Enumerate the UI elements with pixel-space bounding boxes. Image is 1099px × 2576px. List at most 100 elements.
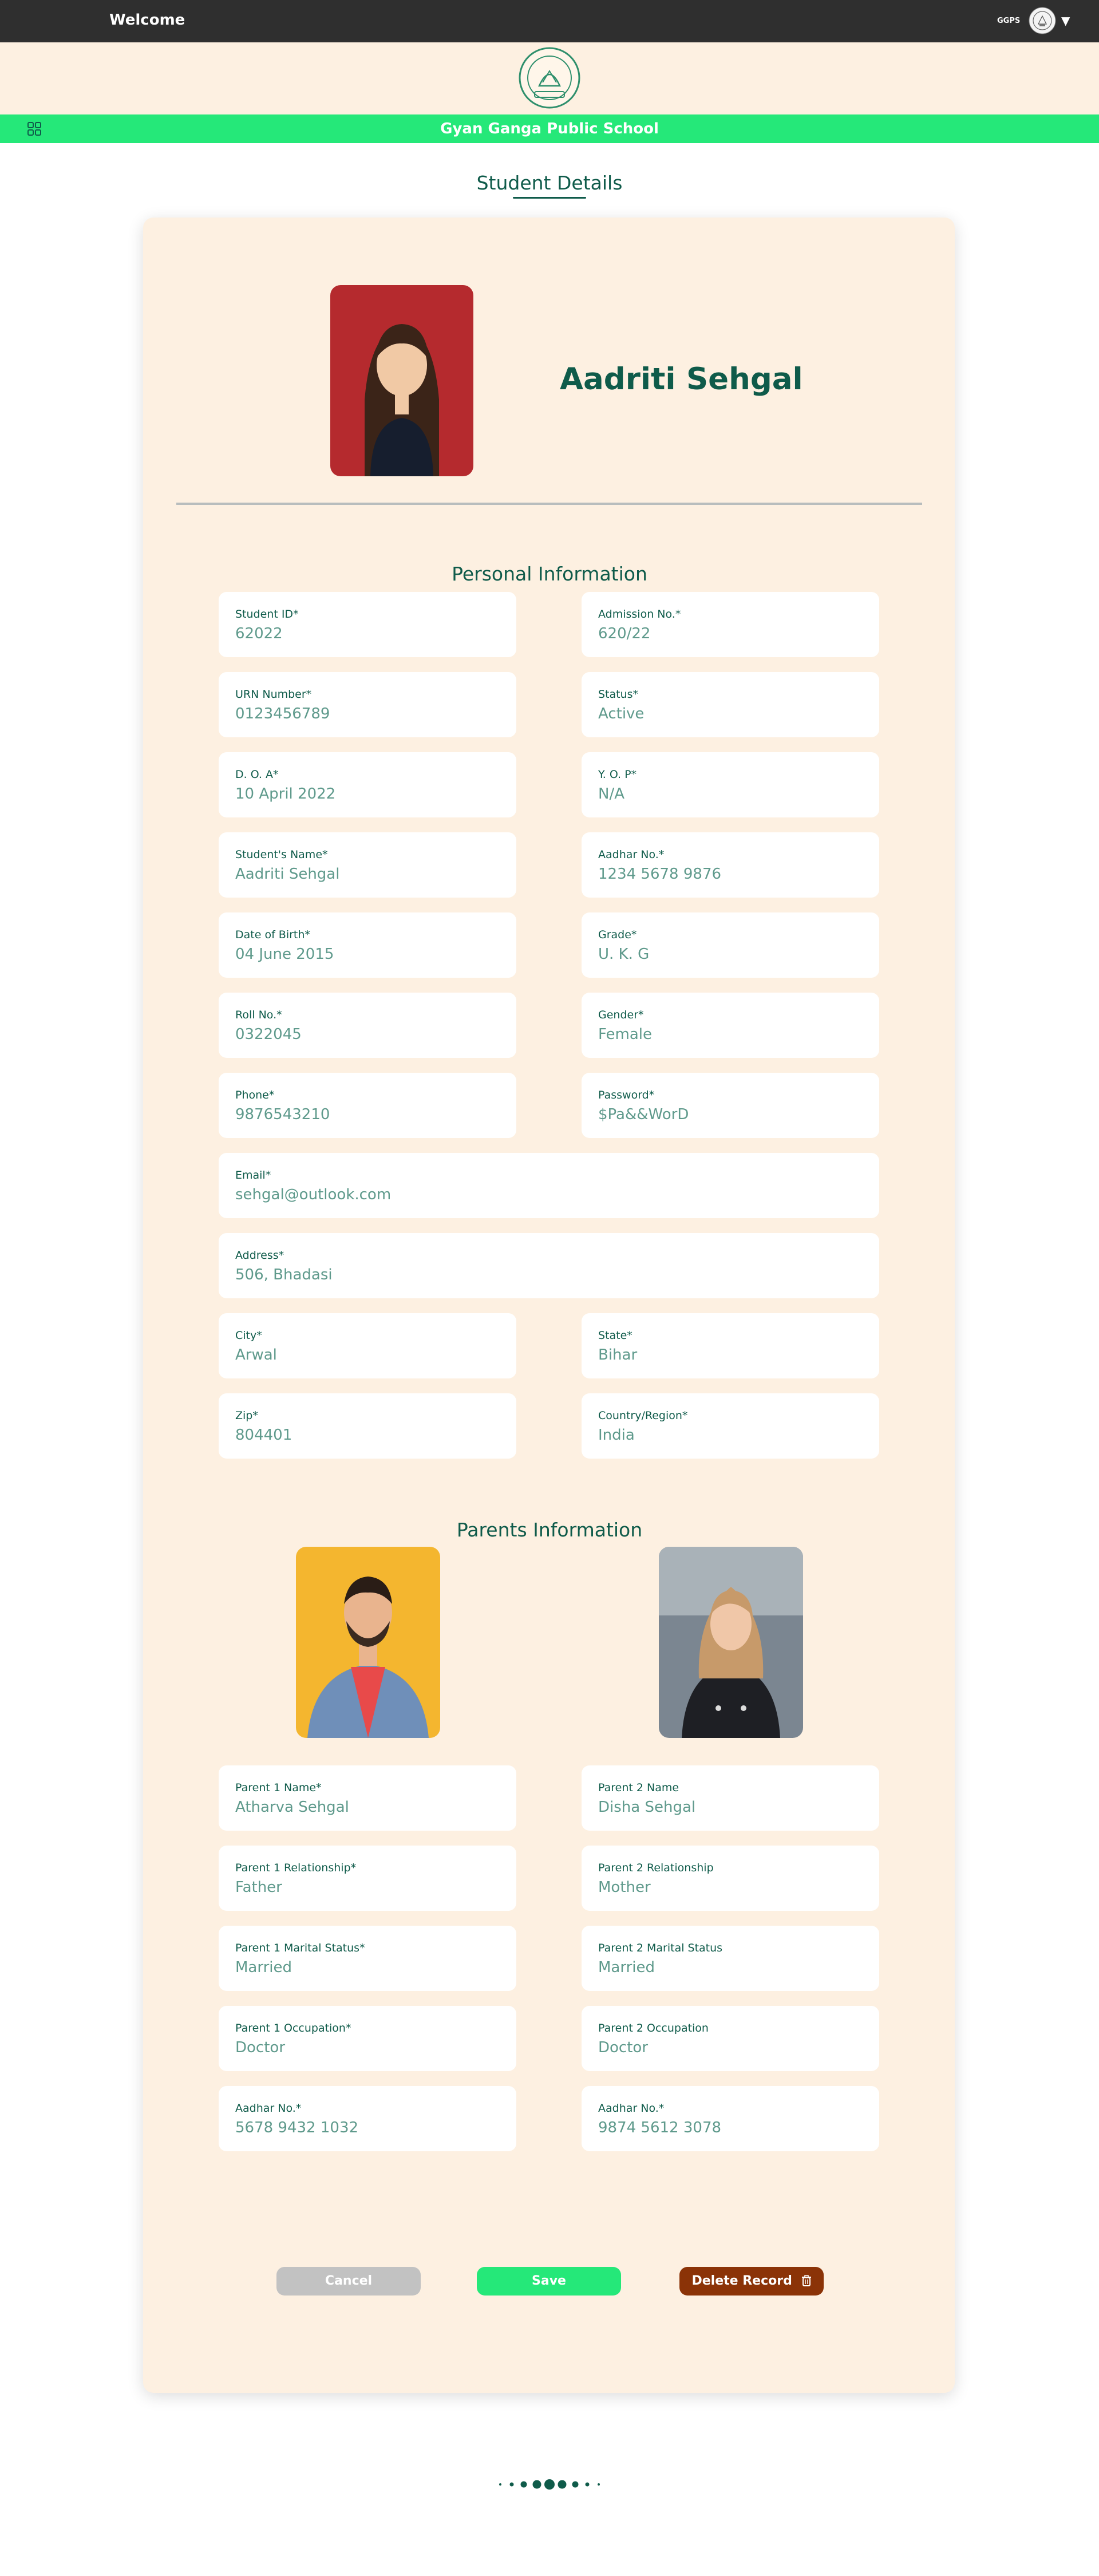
field-parent2-occupation[interactable]: Parent 2 Occupation Doctor — [582, 2006, 879, 2071]
account-avatar[interactable] — [1029, 7, 1056, 34]
field-value[interactable]: Married — [235, 1959, 292, 1976]
field-value[interactable]: sehgal@outlook.com — [235, 1186, 391, 1203]
field-label: Password* — [598, 1089, 655, 1101]
field-student-id[interactable]: Student ID* 62022 — [219, 592, 516, 657]
field-yop[interactable]: Y. O. P* N/A — [582, 752, 879, 817]
school-bar: Gyan Ganga Public School — [0, 114, 1099, 143]
field-value[interactable]: N/A — [598, 785, 624, 803]
field-zip[interactable]: Zip* 804401 — [219, 1393, 516, 1459]
field-value[interactable]: Bihar — [598, 1346, 637, 1364]
field-value[interactable]: 506, Bhadasi — [235, 1266, 333, 1283]
student-photo — [330, 285, 473, 476]
field-gender[interactable]: Gender* Female — [582, 993, 879, 1058]
field-label: Student's Name* — [235, 848, 328, 861]
title-underline — [513, 197, 586, 199]
field-student-name[interactable]: Student's Name* Aadriti Sehgal — [219, 832, 516, 898]
field-value[interactable]: U. K. G — [598, 946, 649, 963]
field-password[interactable]: Password* $Pa&&WorD — [582, 1073, 879, 1138]
caret-down-icon[interactable]: ▼ — [1061, 14, 1070, 27]
field-value[interactable]: 9874 5612 3078 — [598, 2119, 721, 2136]
field-label: Parent 2 Marital Status — [598, 1942, 723, 1954]
field-label: Aadhar No.* — [598, 848, 665, 861]
field-label: Email* — [235, 1169, 271, 1182]
field-email[interactable]: Email* sehgal@outlook.com — [219, 1153, 879, 1218]
field-value[interactable]: 9876543210 — [235, 1106, 330, 1123]
field-address[interactable]: Address* 506, Bhadasi — [219, 1233, 879, 1298]
field-value[interactable]: 0322045 — [235, 1026, 302, 1043]
field-parent1-relationship[interactable]: Parent 1 Relationship* Father — [219, 1846, 516, 1911]
field-label: Parent 1 Marital Status* — [235, 1942, 365, 1954]
field-value[interactable]: Doctor — [235, 2039, 285, 2056]
field-label: D. O. A* — [235, 768, 279, 781]
save-button[interactable]: Save — [477, 2267, 621, 2296]
field-label: Status* — [598, 688, 639, 701]
field-value[interactable]: 10 April 2022 — [235, 785, 335, 803]
field-value[interactable]: Mother — [598, 1879, 651, 1896]
field-doa[interactable]: D. O. A* 10 April 2022 — [219, 752, 516, 817]
field-value[interactable]: Disha Sehgal — [598, 1799, 695, 1816]
field-value[interactable]: 1234 5678 9876 — [598, 866, 721, 883]
field-label: Admission No.* — [598, 608, 681, 621]
field-value[interactable]: Female — [598, 1026, 652, 1043]
field-label: Parent 2 Relationship — [598, 1862, 714, 1874]
field-parent1-name[interactable]: Parent 1 Name* Atharva Sehgal — [219, 1765, 516, 1831]
field-roll[interactable]: Roll No.* 0322045 — [219, 993, 516, 1058]
field-label: Aadhar No.* — [598, 2102, 665, 2115]
field-value[interactable]: 620/22 — [598, 625, 650, 642]
field-parent2-relationship[interactable]: Parent 2 Relationship Mother — [582, 1846, 879, 1911]
field-value[interactable]: Active — [598, 705, 644, 722]
field-aadhar[interactable]: Aadhar No.* 1234 5678 9876 — [582, 832, 879, 898]
loading-dots-icon — [499, 2479, 600, 2490]
field-dob[interactable]: Date of Birth* 04 June 2015 — [219, 912, 516, 978]
delete-record-button[interactable]: Delete Record — [679, 2267, 824, 2296]
field-label: Parent 2 Name — [598, 1781, 679, 1794]
field-value[interactable]: India — [598, 1427, 635, 1444]
field-admission-no[interactable]: Admission No.* 620/22 — [582, 592, 879, 657]
field-value[interactable]: 5678 9432 1032 — [235, 2119, 358, 2136]
field-value[interactable]: Doctor — [598, 2039, 648, 2056]
field-label: Gender* — [598, 1009, 644, 1021]
parent-1-photo — [296, 1547, 440, 1738]
cancel-button[interactable]: Cancel — [276, 2267, 421, 2296]
field-value[interactable]: Atharva Sehgal — [235, 1799, 349, 1816]
field-parent2-name[interactable]: Parent 2 Name Disha Sehgal — [582, 1765, 879, 1831]
field-value[interactable]: 62022 — [235, 625, 283, 642]
field-label: Student ID* — [235, 608, 299, 621]
field-value[interactable]: 0123456789 — [235, 705, 330, 722]
field-label: State* — [598, 1329, 632, 1342]
field-state[interactable]: State* Bihar — [582, 1313, 879, 1378]
field-label: Grade* — [598, 929, 637, 941]
save-button-label: Save — [532, 2274, 566, 2288]
field-label: URN Number* — [235, 688, 312, 701]
field-value[interactable]: 804401 — [235, 1427, 292, 1444]
field-label: Parent 1 Relationship* — [235, 1862, 357, 1874]
field-parent2-aadhar[interactable]: Aadhar No.* 9874 5612 3078 — [582, 2086, 879, 2151]
field-value[interactable]: Aadriti Sehgal — [235, 866, 339, 883]
school-short-name: GGPS — [997, 17, 1021, 25]
field-label: Parent 1 Occupation* — [235, 2022, 351, 2034]
divider — [176, 503, 922, 505]
field-label: Date of Birth* — [235, 929, 310, 941]
field-label: Y. O. P* — [598, 768, 637, 781]
field-value[interactable]: Arwal — [235, 1346, 277, 1364]
field-grade[interactable]: Grade* U. K. G — [582, 912, 879, 978]
school-logo-icon — [519, 47, 580, 109]
field-value[interactable]: $Pa&&WorD — [598, 1106, 689, 1123]
field-phone[interactable]: Phone* 9876543210 — [219, 1073, 516, 1138]
field-parent1-marital[interactable]: Parent 1 Marital Status* Married — [219, 1926, 516, 1991]
field-value[interactable]: 04 June 2015 — [235, 946, 334, 963]
field-city[interactable]: City* Arwal — [219, 1313, 516, 1378]
field-status[interactable]: Status* Active — [582, 672, 879, 737]
field-parent1-occupation[interactable]: Parent 1 Occupation* Doctor — [219, 2006, 516, 2071]
field-parent2-marital[interactable]: Parent 2 Marital Status Married — [582, 1926, 879, 1991]
field-country[interactable]: Country/Region* India — [582, 1393, 879, 1459]
field-value[interactable]: Father — [235, 1879, 282, 1896]
parents-info-title: Parents Information — [456, 1519, 643, 1541]
field-parent1-aadhar[interactable]: Aadhar No.* 5678 9432 1032 — [219, 2086, 516, 2151]
field-urn[interactable]: URN Number* 0123456789 — [219, 672, 516, 737]
field-label: Parent 1 Name* — [235, 1781, 322, 1794]
field-label: Roll No.* — [235, 1009, 282, 1021]
field-label: Address* — [235, 1249, 284, 1262]
field-value[interactable]: Married — [598, 1959, 655, 1976]
trash-icon — [801, 2275, 811, 2286]
